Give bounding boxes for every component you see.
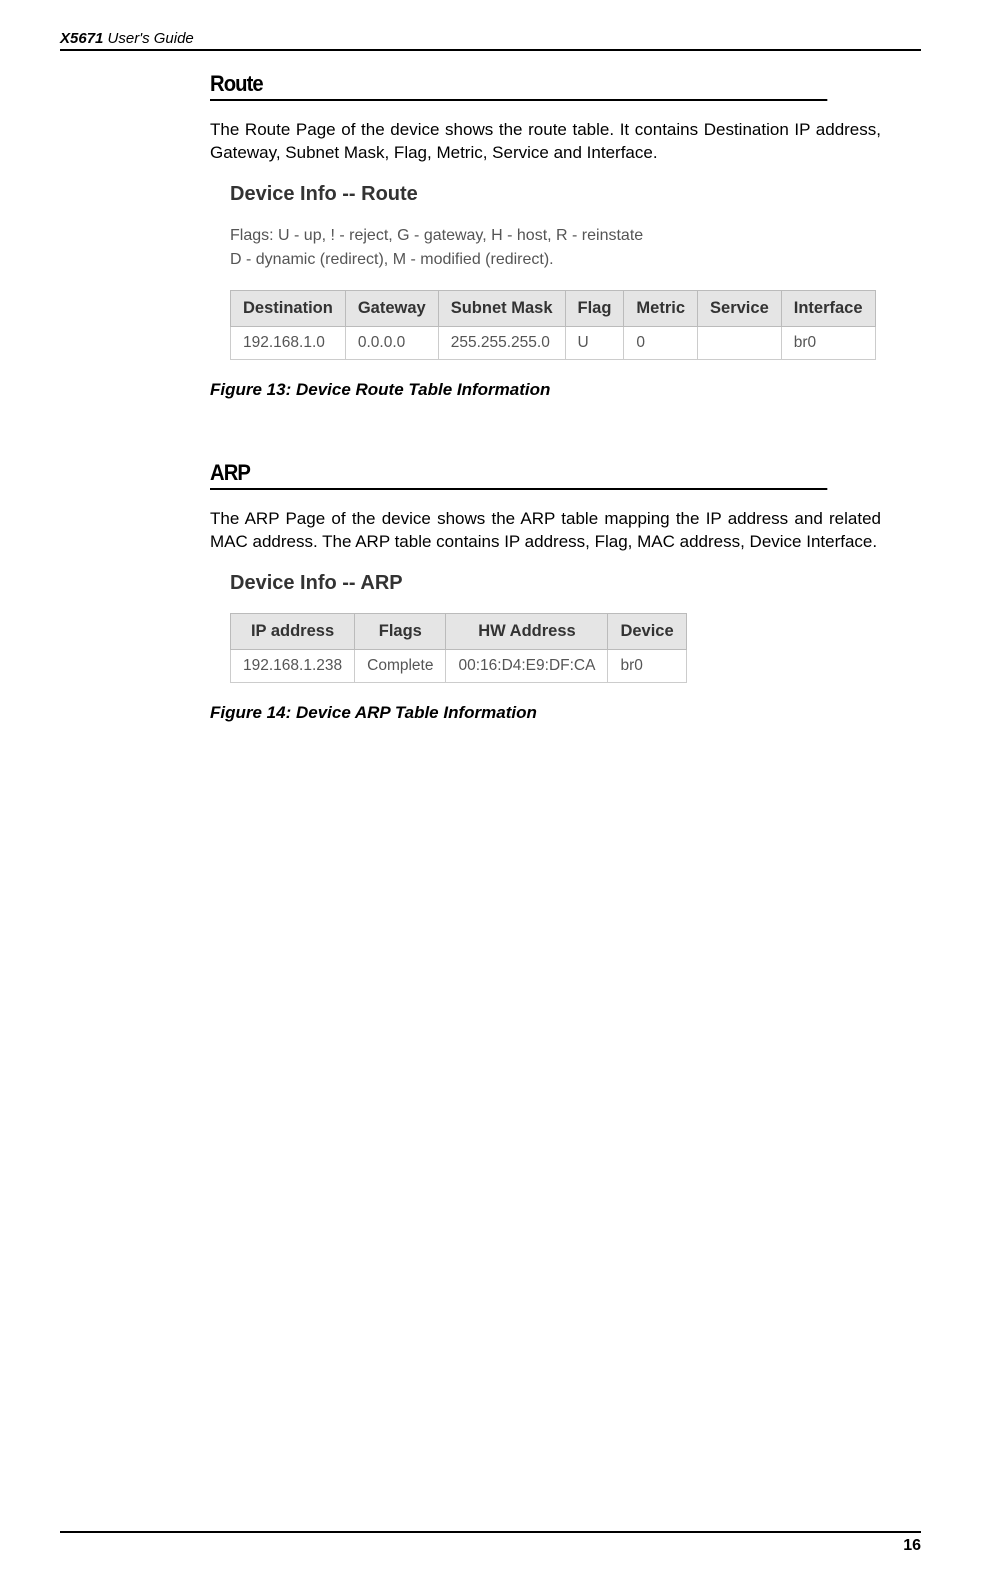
route-th-destination: Destination bbox=[231, 290, 346, 326]
route-td-gateway: 0.0.0.0 bbox=[345, 326, 438, 359]
route-td-interface: br0 bbox=[781, 326, 875, 359]
route-th-interface: Interface bbox=[781, 290, 875, 326]
route-td-subnet: 255.255.255.0 bbox=[438, 326, 565, 359]
route-th-subnet: Subnet Mask bbox=[438, 290, 565, 326]
route-section-title: Route bbox=[210, 71, 827, 101]
route-flags-line1: Flags: U - up, ! - reject, G - gateway, … bbox=[230, 227, 643, 244]
arp-screenshot: Device Info -- ARP IP address Flags HW A… bbox=[230, 572, 881, 683]
arp-body-text: The ARP Page of the device shows the ARP… bbox=[210, 508, 881, 554]
arp-td-flags: Complete bbox=[355, 649, 446, 682]
route-td-destination: 192.168.1.0 bbox=[231, 326, 346, 359]
route-th-service: Service bbox=[698, 290, 782, 326]
arp-th-device: Device bbox=[608, 613, 686, 649]
arp-th-hw: HW Address bbox=[446, 613, 608, 649]
arp-section-title: ARP bbox=[210, 460, 827, 490]
arp-th-ip: IP address bbox=[231, 613, 355, 649]
table-row: 192.168.1.0 0.0.0.0 255.255.255.0 U 0 br… bbox=[231, 326, 876, 359]
arp-td-hw: 00:16:D4:E9:DF:CA bbox=[446, 649, 608, 682]
page-header: X5671 User's Guide bbox=[60, 30, 921, 51]
route-flags-legend: Flags: U - up, ! - reject, G - gateway, … bbox=[230, 224, 881, 272]
route-td-service bbox=[698, 326, 782, 359]
route-shot-title: Device Info -- Route bbox=[230, 183, 881, 206]
route-th-flag: Flag bbox=[565, 290, 624, 326]
arp-td-ip: 192.168.1.238 bbox=[231, 649, 355, 682]
arp-table: IP address Flags HW Address Device 192.1… bbox=[230, 613, 687, 683]
header-model: X5671 bbox=[60, 30, 103, 47]
route-td-metric: 0 bbox=[624, 326, 698, 359]
route-body-text: The Route Page of the device shows the r… bbox=[210, 119, 881, 165]
arp-td-device: br0 bbox=[608, 649, 686, 682]
header-guide: User's Guide bbox=[103, 30, 193, 47]
route-screenshot: Device Info -- Route Flags: U - up, ! - … bbox=[230, 183, 881, 360]
arp-shot-title: Device Info -- ARP bbox=[230, 572, 881, 595]
table-row: 192.168.1.238 Complete 00:16:D4:E9:DF:CA… bbox=[231, 649, 687, 682]
page-number: 16 bbox=[60, 1531, 921, 1555]
route-td-flag: U bbox=[565, 326, 624, 359]
arp-figure-caption: Figure 14: Device ARP Table Information bbox=[210, 703, 881, 723]
route-th-gateway: Gateway bbox=[345, 290, 438, 326]
arp-th-flags: Flags bbox=[355, 613, 446, 649]
route-table: Destination Gateway Subnet Mask Flag Met… bbox=[230, 290, 876, 360]
route-figure-caption: Figure 13: Device Route Table Informatio… bbox=[210, 380, 881, 400]
route-th-metric: Metric bbox=[624, 290, 698, 326]
route-flags-line2: D - dynamic (redirect), M - modified (re… bbox=[230, 251, 554, 268]
